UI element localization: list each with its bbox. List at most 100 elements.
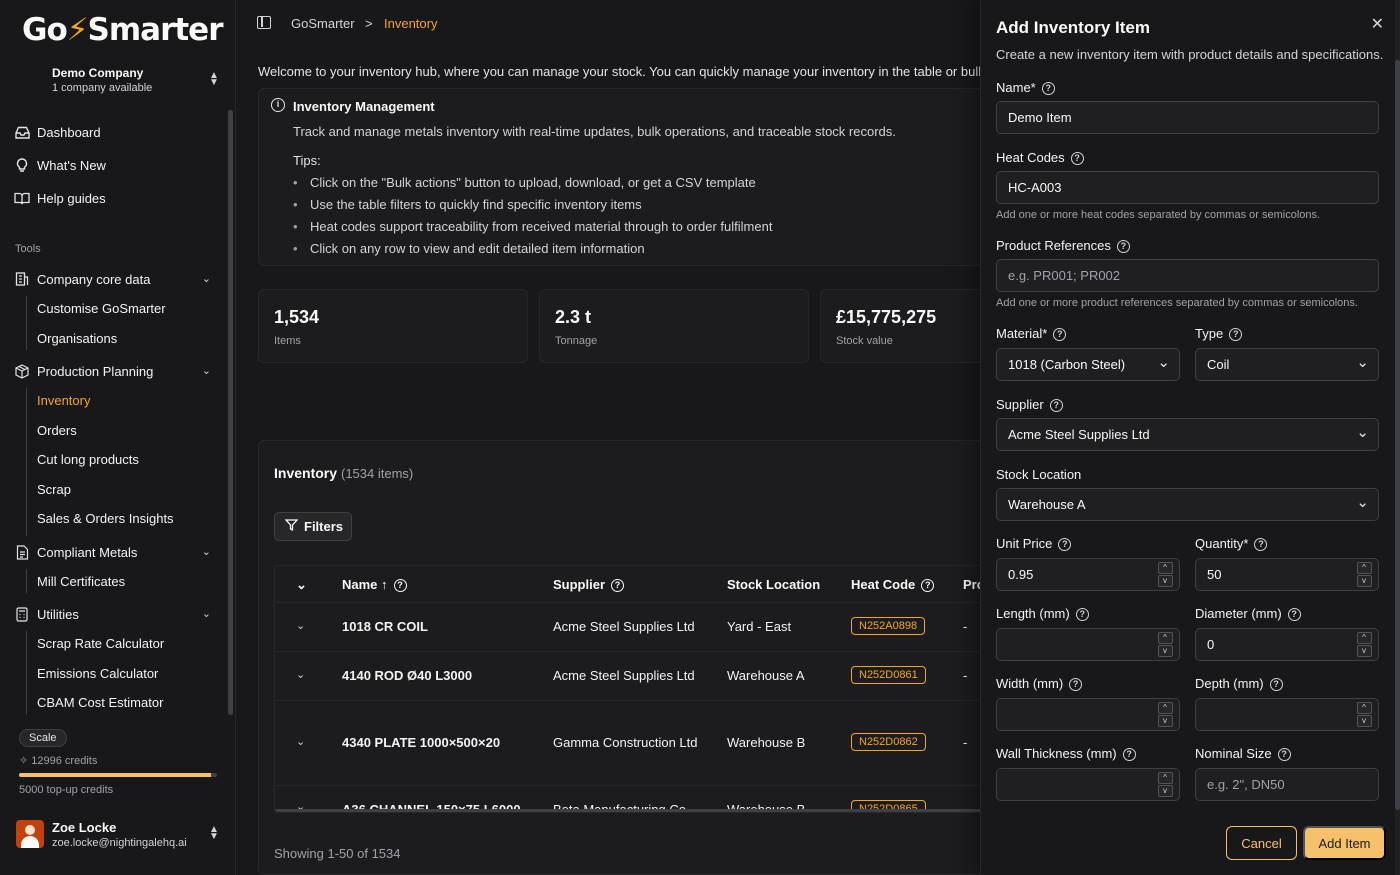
nav-help-guides[interactable]: Help guides (14, 185, 106, 211)
sidebar-scrollbar[interactable] (228, 110, 233, 715)
company-switcher[interactable]: Demo Company 1 company available ▲ ▼ (14, 62, 224, 102)
breadcrumb-root[interactable]: GoSmarter (291, 16, 355, 31)
nav-sales-orders-insights[interactable]: Sales & Orders Insights (37, 506, 174, 530)
column-header-heat-code[interactable]: Heat Code? (851, 577, 935, 592)
heat-code-badge: N252D0862 (851, 733, 926, 751)
stepper-up-icon[interactable]: ^ (1356, 562, 1372, 574)
nav-production-planning[interactable]: Production Planning (14, 358, 219, 384)
width-input[interactable]: ^ v (996, 698, 1180, 731)
nav-scrap-rate-calculator[interactable]: Scrap Rate Calculator (37, 631, 164, 655)
heat-codes-input[interactable]: HC-A003 (996, 171, 1379, 204)
nav-mill-certificates[interactable]: Mill Certificates (37, 569, 125, 593)
supplier-select[interactable]: Acme Steel Supplies Ltd (996, 418, 1379, 451)
material-select[interactable]: 1018 (Carbon Steel) (996, 348, 1180, 381)
help-icon[interactable]: ? (1069, 678, 1083, 691)
help-icon[interactable]: ? (1053, 328, 1067, 341)
nav-orders[interactable]: Orders (37, 418, 77, 442)
gosmarter-logo[interactable]: Go⚡Smarter (22, 12, 223, 48)
expand-all-icon[interactable]: ⌄ (296, 577, 307, 593)
chevron-down-icon[interactable]: ⌄ (202, 272, 211, 285)
stepper-up-icon[interactable]: ^ (1157, 772, 1173, 784)
chevron-down-icon[interactable]: ⌄ (202, 545, 211, 558)
help-icon[interactable]: ? (1041, 82, 1055, 95)
chevron-down-icon[interactable]: ⌄ (202, 607, 211, 620)
nav-customise-gosmarter[interactable]: Customise GoSmarter (37, 296, 166, 320)
close-icon[interactable]: ✕ (1371, 14, 1384, 34)
nav-compliant-metals[interactable]: Compliant Metals (14, 539, 219, 565)
stepper[interactable]: ^ v (1356, 632, 1372, 657)
nav-inventory[interactable]: Inventory (37, 388, 90, 412)
product-references-input[interactable]: e.g. PR001; PR002 (996, 259, 1379, 292)
quantity-input[interactable]: 50 ^ v (1195, 558, 1379, 591)
nav-organisations[interactable]: Organisations (37, 326, 117, 350)
width-label: Width (mm)? (996, 676, 1083, 691)
chevron-down-icon[interactable]: ⌄ (296, 735, 305, 748)
cancel-button[interactable]: Cancel (1226, 826, 1297, 860)
help-icon[interactable]: ? (1116, 240, 1130, 253)
column-header-supplier[interactable]: Supplier? (553, 577, 625, 592)
filters-button[interactable]: Filters (274, 512, 352, 541)
nav-whats-new[interactable]: What's New (14, 152, 106, 178)
user-menu[interactable]: Zoe Locke zoe.locke@nightingalehq.ai ▲ ▼ (14, 816, 224, 856)
stepper-down-icon[interactable]: v (1157, 715, 1173, 727)
nav-utilities[interactable]: Utilities (14, 601, 219, 627)
diameter-input[interactable]: 0 ^ v (1195, 628, 1379, 661)
stepper-down-icon[interactable]: v (1157, 785, 1173, 797)
help-icon[interactable]: ? (1254, 538, 1268, 551)
table-row[interactable]: ⌄ 4340 PLATE 1000×500×20 Gamma Construct… (275, 701, 1018, 786)
depth-input[interactable]: ^ v (1195, 698, 1379, 731)
help-icon[interactable]: ? (1122, 748, 1136, 761)
stepper-up-icon[interactable]: ^ (1356, 702, 1372, 714)
stepper-up-icon[interactable]: ^ (1157, 702, 1173, 714)
sidebar-toggle-icon[interactable] (257, 16, 271, 29)
stepper-down-icon[interactable]: v (1356, 715, 1372, 727)
help-icon[interactable]: ? (1269, 678, 1283, 691)
help-icon[interactable]: ? (1058, 538, 1072, 551)
help-icon[interactable]: ? (1287, 608, 1301, 621)
length-input[interactable]: ^ v (996, 628, 1180, 661)
chevron-down-icon[interactable]: ⌄ (296, 668, 305, 681)
nav-scrap[interactable]: Scrap (37, 477, 71, 501)
stepper-down-icon[interactable]: v (1157, 575, 1173, 587)
stepper-up-icon[interactable]: ^ (1157, 632, 1173, 644)
column-header-name[interactable]: Name ↑? (342, 577, 407, 592)
type-select[interactable]: Coil (1195, 348, 1379, 381)
add-item-button[interactable]: Add Item (1303, 826, 1386, 860)
stepper-down-icon[interactable]: v (1356, 575, 1372, 587)
wall-thickness-input[interactable]: ^ v (996, 768, 1180, 801)
help-icon[interactable]: ? (1049, 399, 1063, 412)
panel-scrollbar[interactable] (1395, 0, 1400, 875)
column-header-location[interactable]: Stock Location (727, 577, 820, 592)
nav-emissions-calculator[interactable]: Emissions Calculator (37, 661, 158, 685)
help-icon[interactable]: ? (1075, 608, 1089, 621)
chevron-down-icon[interactable]: ⌄ (296, 619, 305, 632)
nav-dashboard[interactable]: Dashboard (14, 119, 101, 145)
panel-scrollbar-thumb[interactable] (1395, 60, 1400, 810)
unit-price-input[interactable]: 0.95 ^ v (996, 558, 1180, 591)
cell-location: Warehouse B (727, 735, 806, 750)
stepper[interactable]: ^ v (1157, 772, 1173, 797)
stepper-up-icon[interactable]: ^ (1356, 632, 1372, 644)
help-icon[interactable]: ? (1070, 152, 1084, 165)
nominal-size-input[interactable]: e.g. 2", DN50 (1195, 768, 1379, 801)
chevron-down-icon[interactable]: ⌄ (202, 364, 211, 377)
stepper-up-icon[interactable]: ^ (1157, 562, 1173, 574)
stepper-down-icon[interactable]: v (1356, 645, 1372, 657)
panel-subtitle: Create a new inventory item with product… (996, 47, 1384, 62)
stepper[interactable]: ^ v (1157, 562, 1173, 587)
stepper[interactable]: ^ v (1157, 632, 1173, 657)
stepper[interactable]: ^ v (1356, 562, 1372, 587)
nav-company-core-data[interactable]: Company core data (14, 266, 219, 292)
stock-location-select[interactable]: Warehouse A (996, 488, 1379, 521)
nav-cbam-cost-estimator[interactable]: CBAM Cost Estimator (37, 690, 163, 714)
help-icon[interactable]: ? (1277, 748, 1291, 761)
table-row[interactable]: ⌄ 1018 CR COIL Acme Steel Supplies Ltd Y… (275, 603, 1018, 652)
table-row[interactable]: ⌄ 4140 ROD Ø40 L3000 Acme Steel Supplies… (275, 652, 1018, 701)
table-horizontal-scrollbar[interactable] (275, 809, 1018, 812)
help-icon[interactable]: ? (1229, 328, 1243, 341)
name-input[interactable]: Demo Item (996, 101, 1379, 134)
nav-cut-long-products[interactable]: Cut long products (37, 447, 139, 471)
stepper-down-icon[interactable]: v (1157, 645, 1173, 657)
stepper[interactable]: ^ v (1157, 702, 1173, 727)
stepper[interactable]: ^ v (1356, 702, 1372, 727)
